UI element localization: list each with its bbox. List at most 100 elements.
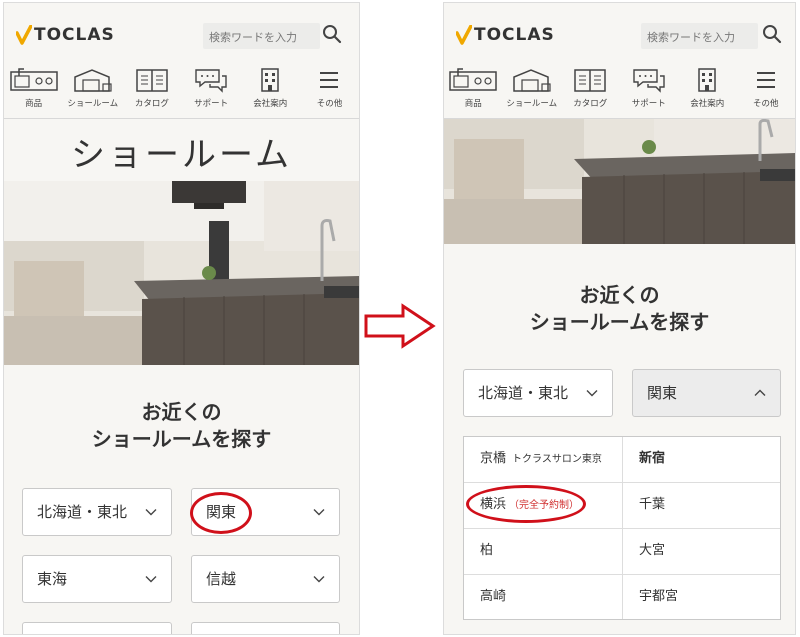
- chevron-down-icon: [586, 390, 598, 397]
- nav-label: カタログ: [134, 99, 169, 109]
- section-title-line1: お近くの: [141, 400, 222, 424]
- nav-item-other[interactable]: その他: [737, 61, 796, 118]
- nav-item-showroom[interactable]: ショールーム: [503, 61, 562, 118]
- catalog-icon: [136, 69, 168, 92]
- showroom-name: 新宿: [639, 451, 666, 466]
- region-dropdown-hokkaido-tohoku[interactable]: 北海道・東北: [22, 488, 172, 536]
- nav-label: 会社案内: [690, 99, 725, 109]
- showroom-name: 高崎: [480, 589, 507, 604]
- section-title: お近くの ショールームを探す: [4, 399, 359, 453]
- logo-text: TOCLAS: [474, 25, 555, 45]
- showroom-omiya[interactable]: 大宮: [622, 529, 780, 575]
- section-title: お近くの ショールームを探す: [444, 282, 795, 336]
- nav-item-products[interactable]: 商品: [4, 61, 63, 118]
- showroom-icon: [74, 69, 112, 92]
- nav-label: サポート: [194, 99, 229, 109]
- nav-item-support[interactable]: サポート: [182, 61, 241, 118]
- showroom-utsunomiya[interactable]: 宇都宮: [622, 575, 780, 619]
- site-header: TOCLAS 検索ワードを入力: [444, 3, 795, 61]
- toclas-logo[interactable]: TOCLAS: [456, 23, 555, 47]
- nav-item-support[interactable]: サポート: [620, 61, 679, 118]
- main-nav: 商品 ショールーム カタログ サポート 会社案内 その他: [444, 61, 795, 119]
- company-icon: [261, 68, 280, 92]
- showroom-icon: [513, 69, 551, 92]
- logo-text: TOCLAS: [34, 25, 115, 45]
- products-icon: [449, 68, 497, 91]
- dropdown-label: 東海: [37, 570, 68, 588]
- showroom-name: 千葉: [639, 497, 666, 512]
- dropdown-label: 北海道・東北: [478, 384, 569, 402]
- dropdown-label: 信越: [206, 570, 237, 588]
- search-input[interactable]: 検索ワードを入力: [203, 23, 320, 49]
- region-dropdown-kanto-open[interactable]: 関東: [632, 369, 781, 417]
- dropdown-label: 北海道・東北: [37, 503, 128, 521]
- chevron-down-icon: [145, 576, 157, 583]
- section-title-line2: ショールームを探す: [529, 310, 710, 334]
- nav-item-products[interactable]: 商品: [444, 61, 503, 118]
- chevron-down-icon: [145, 509, 157, 516]
- toclas-logo[interactable]: TOCLAS: [16, 23, 115, 47]
- showroom-kyobashi[interactable]: 京橋 トクラスサロン東京: [464, 437, 622, 483]
- showroom-kashiwa[interactable]: 柏: [464, 529, 622, 575]
- showroom-name: 京橋: [480, 451, 507, 466]
- nav-label: その他: [316, 99, 343, 109]
- main-nav: 商品 ショールーム カタログ サポート 会社案内 その他: [4, 61, 359, 119]
- nav-item-company[interactable]: 会社案内: [241, 61, 300, 118]
- search-icon[interactable]: [321, 23, 343, 47]
- right-screenshot: TOCLAS 検索ワードを入力 商品 ショールーム カタログ サポート 会社案内…: [443, 2, 796, 635]
- menu-icon: [320, 72, 339, 88]
- showroom-note: トクラスサロン東京: [512, 454, 602, 465]
- hero-image: [444, 119, 795, 244]
- nav-label: ショールーム: [506, 99, 558, 109]
- nav-item-catalog[interactable]: カタログ: [122, 61, 181, 118]
- logo-check-icon: [456, 25, 472, 45]
- menu-icon: [756, 72, 775, 88]
- region-dropdown-tokai[interactable]: 東海: [22, 555, 172, 603]
- dropdown-label: 関東: [647, 384, 678, 402]
- region-dropdown-hokkaido-tohoku[interactable]: 北海道・東北: [463, 369, 613, 417]
- left-screenshot: TOCLAS 検索ワードを入力 商品 ショールーム カタログ サポート 会社案内…: [3, 2, 360, 635]
- nav-label: 商品: [464, 99, 482, 109]
- highlight-ring: [190, 492, 252, 534]
- chevron-down-icon: [313, 576, 325, 583]
- site-header: TOCLAS 検索ワードを入力: [4, 3, 359, 61]
- logo-check-icon: [16, 25, 32, 45]
- page-title: ショールーム: [71, 135, 292, 175]
- support-icon: [195, 69, 227, 93]
- hero-image: [4, 181, 359, 365]
- section-title-line1: お近くの: [579, 283, 660, 307]
- company-icon: [698, 68, 716, 92]
- nav-label: サポート: [631, 99, 666, 109]
- showroom-shinjuku[interactable]: 新宿: [622, 437, 780, 483]
- products-icon: [9, 68, 58, 91]
- nav-item-company[interactable]: 会社案内: [678, 61, 737, 118]
- nav-label: 商品: [25, 99, 43, 109]
- chevron-down-icon: [313, 509, 325, 516]
- region-dropdown-partial[interactable]: [22, 622, 172, 634]
- showroom-name: 大宮: [639, 543, 666, 558]
- nav-label: カタログ: [573, 99, 608, 109]
- nav-label: その他: [752, 99, 779, 109]
- search-icon[interactable]: [761, 23, 783, 47]
- catalog-icon: [574, 69, 606, 92]
- nav-item-showroom[interactable]: ショールーム: [63, 61, 122, 118]
- nav-label: 会社案内: [253, 99, 288, 109]
- nav-item-catalog[interactable]: カタログ: [561, 61, 620, 118]
- chevron-up-icon: [754, 389, 766, 396]
- kitchen-photo: [4, 181, 359, 365]
- showroom-chiba[interactable]: 千葉: [622, 483, 780, 529]
- region-dropdown-shinetsu[interactable]: 信越: [191, 555, 340, 603]
- support-icon: [633, 69, 665, 93]
- search-input[interactable]: 検索ワードを入力: [641, 23, 758, 49]
- transition-arrow-icon: [364, 303, 436, 349]
- kitchen-photo: [444, 119, 795, 244]
- highlight-ring: [466, 485, 586, 523]
- showroom-name: 宇都宮: [639, 589, 679, 604]
- showroom-takasaki[interactable]: 高崎: [464, 575, 622, 619]
- section-title-line2: ショールームを探す: [91, 427, 272, 451]
- nav-label: ショールーム: [67, 99, 119, 109]
- nav-item-other[interactable]: その他: [300, 61, 359, 118]
- region-dropdown-partial[interactable]: [191, 622, 340, 634]
- showroom-list: 京橋 トクラスサロン東京 新宿 横浜 （完全予約制） 千葉 柏 大宮 高崎 宇都宮: [463, 436, 781, 620]
- showroom-name: 柏: [480, 543, 494, 558]
